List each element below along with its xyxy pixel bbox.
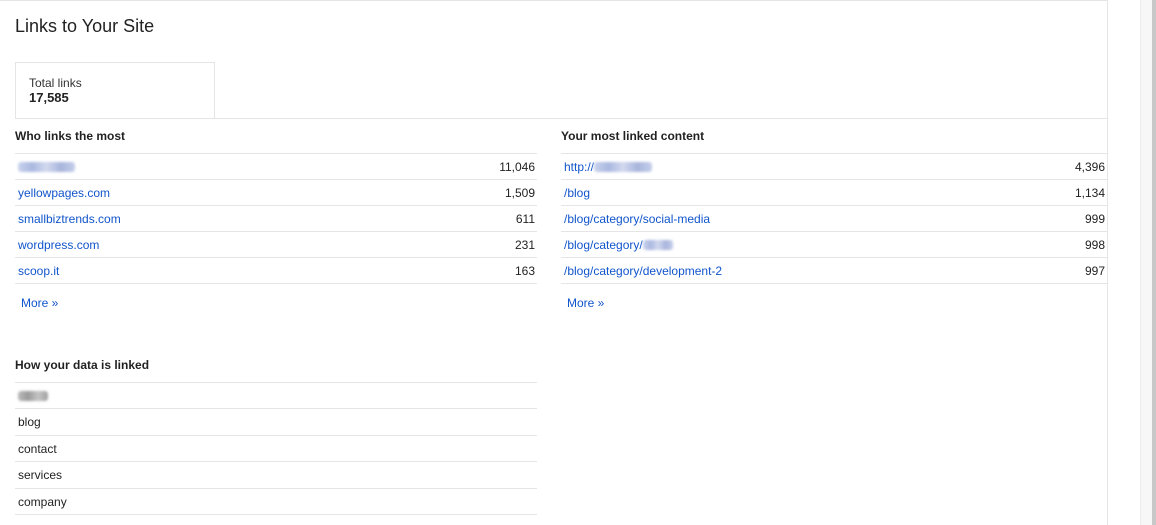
- link-count: 999: [1084, 211, 1105, 226]
- link-count: 611: [515, 211, 535, 226]
- table-row: yellowpages.com 1,509: [15, 180, 537, 206]
- link-count: 1,509: [504, 185, 535, 200]
- scrollbar-edge[interactable]: [1152, 0, 1156, 525]
- table-row: wordpress.com 231: [15, 232, 537, 258]
- table-row: scoop.it 163: [15, 258, 537, 284]
- content-right-border: [1107, 0, 1108, 525]
- linking-domain[interactable]: wordpress.com: [18, 238, 99, 252]
- table-row: [15, 383, 537, 409]
- most-linked-more-link[interactable]: More »: [567, 296, 604, 310]
- table-row: /blog/category/ 998: [561, 232, 1107, 258]
- link-count: 998: [1084, 237, 1105, 252]
- linked-page[interactable]: /blog/category/development-2: [564, 264, 722, 278]
- table-row: company: [15, 489, 537, 515]
- page-title: Links to Your Site: [15, 16, 155, 36]
- linking-domain[interactable]: yellowpages.com: [18, 186, 110, 200]
- link-count: 4,396: [1074, 159, 1105, 174]
- summary-separator: [15, 118, 1107, 119]
- linked-page[interactable]: /blog/category/: [564, 238, 673, 252]
- link-count: 231: [514, 237, 535, 252]
- redacted-domain: [18, 162, 75, 173]
- redacted-anchor-text: [18, 391, 48, 402]
- anchor-text-redacted: [18, 389, 48, 403]
- table-row: /blog/category/development-2 997: [561, 258, 1107, 284]
- table-row: blog: [15, 409, 537, 436]
- linking-domain-redacted[interactable]: [18, 160, 75, 174]
- anchor-text: company: [18, 494, 67, 509]
- who-links-heading: Who links the most: [15, 129, 126, 143]
- link-count: 997: [1084, 263, 1105, 278]
- total-links-box: Total links 17,585: [15, 62, 215, 119]
- most-linked-table: http:// 4,396 /blog 1,134 /blog/category…: [561, 153, 1107, 284]
- data-linked-heading: How your data is linked: [15, 358, 150, 372]
- link-count: 11,046: [499, 159, 535, 174]
- table-row: 11,046: [15, 154, 537, 180]
- table-row: /blog 1,134: [561, 180, 1107, 206]
- data-linked-section: How your data is linked blog contact ser…: [15, 358, 537, 515]
- anchor-text: blog: [18, 415, 41, 429]
- linked-page[interactable]: /blog: [564, 186, 590, 200]
- link-count: 1,134: [1074, 185, 1105, 200]
- redacted-url: [594, 162, 653, 173]
- linked-page[interactable]: /blog/category/social-media: [564, 212, 710, 226]
- most-linked-section: Your most linked content http:// 4,396 /…: [561, 129, 1107, 312]
- table-row: contact: [15, 436, 537, 462]
- total-links-label: Total links: [29, 76, 82, 90]
- table-row: services: [15, 462, 537, 489]
- top-border: [0, 0, 1107, 1]
- anchor-text: services: [18, 468, 63, 482]
- anchor-text: contact: [18, 441, 57, 456]
- redacted-category: [642, 240, 673, 251]
- who-links-more-link[interactable]: More »: [21, 296, 58, 310]
- total-links-value: 17,585: [29, 90, 69, 105]
- data-linked-table: blog contact services company: [15, 382, 537, 515]
- table-row: /blog/category/social-media 999: [561, 206, 1107, 232]
- linking-domain[interactable]: scoop.it: [18, 264, 59, 278]
- who-links-section: Who links the most 11,046 yellowpages.co…: [15, 129, 537, 312]
- who-links-table: 11,046 yellowpages.com 1,509 smallbiztre…: [15, 153, 537, 284]
- table-row: http:// 4,396: [561, 154, 1107, 180]
- link-count: 163: [514, 263, 535, 278]
- table-row: smallbiztrends.com 611: [15, 206, 537, 232]
- most-linked-heading: Your most linked content: [561, 129, 705, 143]
- linked-page[interactable]: http://: [564, 160, 653, 174]
- linking-domain[interactable]: smallbiztrends.com: [18, 212, 121, 226]
